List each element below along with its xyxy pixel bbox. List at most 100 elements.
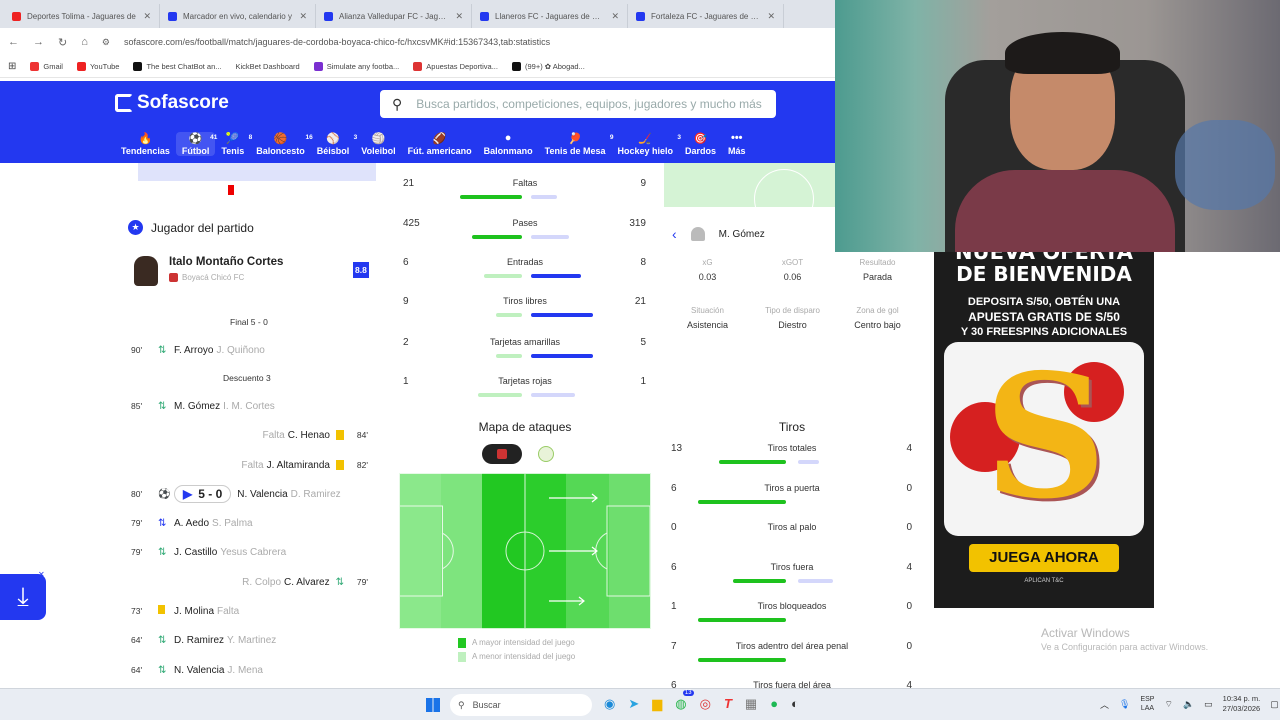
home-icon[interactable]: ⌂ [81,36,88,48]
edge-icon[interactable]: ◉ [604,696,615,712]
back-chevron-icon[interactable]: ‹ [672,226,677,242]
goal-score-badge[interactable]: ▶ 5 - 0 [174,485,232,503]
event-secondary[interactable]: J. Mena [227,665,263,676]
volume-icon[interactable]: 🔈 [1183,699,1194,710]
url-text[interactable]: sofascore.com/es/football/match/jaguares… [124,37,550,47]
sport-tab-basketball[interactable]: 🏀 16 Baloncesto [250,132,313,156]
timeline-event[interactable]: 64' ⇅ D. Ramirez Y. Martinez [118,630,382,650]
reload-icon[interactable]: ↻ [58,36,67,49]
spotify-icon[interactable]: ● [770,696,778,712]
taskbar-search[interactable]: ⚲ Buscar [450,694,592,716]
browser-tab[interactable]: Marcador en vivo, calendario y ✕ [160,4,316,28]
timeline-event[interactable]: Falta J. Altamiranda 82' [118,455,382,475]
browser-tab[interactable]: Alianza Valledupar FC - Jaguar ✕ [316,4,472,28]
obs-icon[interactable]: ◐ [791,696,799,712]
forward-icon[interactable]: → [33,36,44,48]
timeline-event[interactable]: 79' ⇅ A. Aedo S. Palma [118,513,382,533]
timeline-event[interactable]: 64' ⇅ N. Valencia J. Mena [118,660,382,680]
ad-cta-button[interactable]: JUEGA AHORA [969,544,1119,572]
sport-tab-trending[interactable]: 🔥 Tendencias [115,132,176,156]
event-player[interactable]: N. Valencia [237,489,287,500]
event-player[interactable]: M. Gómez [174,401,220,412]
shot-player-name[interactable]: M. Gómez [719,229,765,240]
timeline-event[interactable]: 80' ⚽ ▶ 5 - 0 N. Valencia D. Ramirez [118,484,382,504]
timeline-event[interactable]: 73' J. Molina Falta [118,601,382,621]
telegram-icon[interactable]: ➤ [628,696,639,712]
start-button[interactable] [426,698,440,712]
event-player[interactable]: J. Altamiranda [267,460,330,471]
search-input[interactable]: ⚲ Busca partidos, competiciones, equipos,… [380,90,776,118]
motm-player-name[interactable]: Italo Montaño Cortes [169,256,283,268]
timeline-event[interactable]: 79' ⇅ J. Castillo Yesus Cabrera [118,542,382,562]
event-player[interactable]: F. Arroyo [174,345,213,356]
battery-icon[interactable]: ▭ [1204,699,1213,710]
event-secondary[interactable]: Falta [217,606,239,617]
event-player[interactable]: A. Aedo [174,518,209,529]
bookmark-item[interactable]: Apuestas Deportiva... [413,62,498,71]
sport-tab-ice-hockey[interactable]: 🏒 3 Hockey hielo [611,132,681,156]
timeline-event[interactable]: 90' ⇅ F. Arroyo J. Quiñono [118,340,382,360]
sport-tab-football[interactable]: ⚽ 41 Fútbol [175,132,217,156]
timeline-event[interactable]: Falta C. Henao 84' [118,425,382,445]
event-secondary[interactable]: Yesus Cabrera [220,547,286,558]
sport-label: Tendencias [121,146,170,156]
sport-tab-baseball[interactable]: ⚾ 3 Béisbol [311,132,358,156]
close-tab-icon[interactable]: ✕ [299,11,307,22]
team-toggle-away[interactable] [538,446,554,462]
sport-tab-tennis[interactable]: 🎾 8 Tenis [215,132,252,156]
motm-card[interactable]: Italo Montaño Cortes Boyacá Chicó FC 8.8 [128,250,374,296]
text-editor-icon[interactable]: T [724,696,732,712]
close-tab-icon[interactable]: ✕ [143,11,151,22]
chrome-icon[interactable]: ◎ [700,696,711,712]
event-secondary[interactable]: S. Palma [212,518,253,529]
browser-tab[interactable]: Deportes Tolima - Jaguares de ✕ [4,4,160,28]
event-player[interactable]: C. Alvarez [284,577,330,588]
clock[interactable]: 10:34 p. m. 27/03/2026 [1223,694,1261,714]
tray-chevron-icon[interactable]: ︿ [1100,698,1109,711]
bookmark-item[interactable]: YouTube [76,62,119,71]
browser-tab[interactable]: Llaneros FC - Jaguares de Cord ✕ [472,4,628,28]
promo-ad-banner[interactable]: NUEVA OFERTA DE BIENVENIDA DEPOSITA S/50… [934,252,1154,608]
event-player[interactable]: J. Molina [174,606,214,617]
sport-tab-table-tennis[interactable]: 🏓 9 Tenis de Mesa [539,132,614,156]
back-icon[interactable]: ← [8,36,19,48]
sport-tab-more[interactable]: ••• Más [722,132,752,156]
close-tab-icon[interactable]: ✕ [455,11,463,22]
bookmark-item[interactable]: Simulate any footba... [313,62,399,71]
download-widget[interactable]: ⤓ [0,574,46,620]
bookmark-item[interactable]: (99+) ✿ Abogad... [511,62,585,71]
shot-detail-field: xGOT 0.06 [750,258,835,282]
sport-tab-handball[interactable]: ● Balonmano [478,132,539,156]
event-player[interactable]: N. Valencia [174,665,224,676]
event-secondary[interactable]: J. Quiñono [216,345,264,356]
event-player[interactable]: D. Ramirez [174,635,224,646]
bookmark-item[interactable]: KickBet Dashboard [236,62,300,71]
event-secondary[interactable]: D. Ramirez [291,489,341,500]
sport-tab-volleyball[interactable]: 🏐 Voleibol [355,132,401,156]
mic-icon[interactable]: 🎙 [1119,699,1130,710]
network-icon[interactable]: ⌔ [1164,699,1172,710]
event-secondary[interactable]: Y. Martinez [227,635,276,646]
team-toggle-home[interactable] [482,444,522,464]
close-widget-icon[interactable]: ✕ [38,570,45,579]
close-tab-icon[interactable]: ✕ [611,11,619,22]
close-tab-icon[interactable]: ✕ [767,11,775,22]
timeline-event[interactable]: 85' ⇅ M. Gómez I. M. Cortes [118,396,382,416]
apps-grid-icon[interactable]: ⊞ [8,61,16,72]
event-secondary[interactable]: I. M. Cortes [223,401,275,412]
event-player[interactable]: J. Castillo [174,547,217,558]
site-info-icon[interactable]: ⚙ [102,37,110,48]
language-indicator[interactable]: ESP LAA [1140,695,1154,713]
browser-tab[interactable]: Fortaleza FC - Jaguares de Cor ✕ [628,4,784,28]
timeline-event[interactable]: R. Colpo C. Alvarez ⇅ 79' [118,572,382,592]
file-explorer-icon[interactable]: ▆ [652,696,662,712]
sport-tab-darts[interactable]: 🎯 Dardos [679,132,722,156]
notifications-icon[interactable]: ▢ [1270,699,1279,710]
whatsapp-icon[interactable]: ◍ 13 [675,690,694,712]
event-player[interactable]: C. Henao [288,430,330,441]
bookmark-item[interactable]: The best ChatBot an... [133,62,222,71]
bookmark-item[interactable]: Gmail [30,62,63,71]
calculator-icon[interactable]: ▦ [745,696,757,712]
sofascore-logo[interactable]: Sofascore [115,92,229,114]
sport-tab-american-football[interactable]: 🏈 Fút. americano [402,132,478,156]
